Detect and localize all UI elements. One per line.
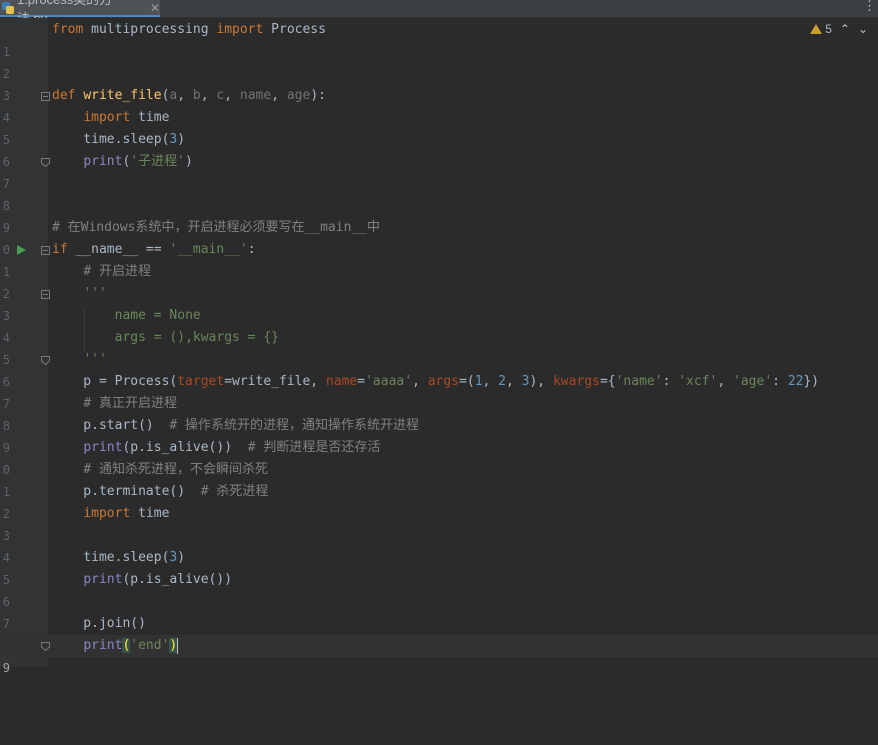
code-line[interactable]: 2 p.terminate() # 杀死进程 (0, 481, 878, 521)
code-line[interactable]: 3 (0, 63, 878, 103)
fold-end-icon[interactable] (41, 356, 50, 365)
code-line[interactable]: 2 (0, 41, 878, 81)
fold-end-icon[interactable] (41, 642, 50, 651)
code-line[interactable]: 4 name = None (0, 305, 878, 345)
code-line[interactable]: 1 # 通知杀死进程，不会瞬间杀死 (0, 459, 878, 499)
code-line[interactable]: 8 # 真正开启进程 (0, 393, 878, 433)
fold-icon[interactable] (41, 246, 50, 255)
fold-icon[interactable] (41, 92, 50, 101)
code-line[interactable]: 3 import time (0, 503, 878, 543)
code-line[interactable]: 1 if __name__ == '__main__': (0, 239, 878, 279)
code-line[interactable]: 5 import time (0, 107, 878, 147)
code-line[interactable]: 1 from multiprocessing import Process (0, 19, 878, 59)
editor-tab-bar: 1.process类的方法.py ✕ ⋮ (0, 0, 878, 26)
code-line[interactable]: 6 print(p.is_alive()) (0, 569, 878, 609)
code-editor[interactable]: 5 ⌃ ⌄ 1 from multiprocessing import Proc… (0, 18, 878, 675)
text-caret (177, 637, 179, 654)
run-icon[interactable] (17, 245, 26, 255)
code-line[interactable]: 2 # 开启进程 (0, 261, 878, 301)
code-line-current[interactable]: 9 print('end') (0, 635, 878, 675)
line-number: 9 (2, 661, 10, 675)
fold-end-icon[interactable] (41, 158, 50, 167)
code-line[interactable]: 9 p.start() # 操作系统开的进程，通知操作系统开进程 (0, 415, 878, 455)
fold-icon[interactable] (41, 290, 50, 299)
code-line[interactable]: 5 args = (),kwargs = {} (0, 327, 878, 367)
code-line[interactable]: 8 p.join() (0, 613, 878, 653)
code-line[interactable]: 3 ''' (0, 283, 878, 323)
code-line[interactable]: 4 (0, 525, 878, 565)
code-line[interactable]: 0 print(p.is_alive()) # 判断进程是否还存活 (0, 437, 878, 477)
more-options-icon[interactable]: ⋮ (863, 0, 876, 14)
code-line[interactable]: 8 (0, 173, 878, 213)
python-file-icon (2, 1, 14, 14)
code-line[interactable]: 7 print('子进程') (0, 151, 878, 191)
code-line[interactable]: 9 (0, 195, 878, 235)
tab-process-file[interactable]: 1.process类的方法.py ✕ (0, 0, 160, 26)
code-line[interactable]: 7 p = Process(target=write_file, name='a… (0, 371, 878, 411)
close-icon[interactable]: ✕ (150, 1, 160, 15)
code-line[interactable]: 4 def write_file(a, b, c, name, age): (0, 85, 878, 125)
code-line[interactable]: 6 time.sleep(3) (0, 129, 878, 169)
code-line[interactable]: 5 time.sleep(3) (0, 547, 878, 587)
code-line[interactable]: 7 (0, 591, 878, 631)
code-line[interactable]: 0 # 在Windows系统中，开启进程必须要写在__main__中 (0, 217, 878, 257)
code-line[interactable]: 6 ''' (0, 349, 878, 389)
